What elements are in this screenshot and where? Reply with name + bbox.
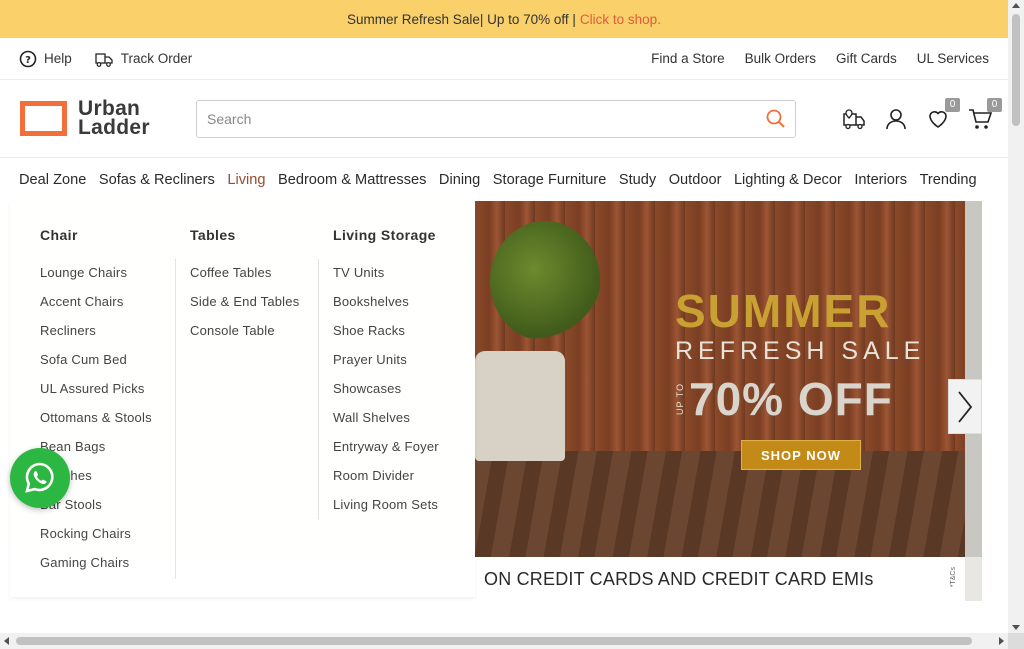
menu-link[interactable]: Prayer Units [333,352,439,381]
logo-line2: Ladder [78,116,150,139]
scroll-up-arrow-icon[interactable] [1012,3,1020,8]
nav-item-deal-zone[interactable]: Deal Zone [19,172,86,188]
nav-item-trending[interactable]: Trending [920,172,977,188]
menu-column-living-storage: Living Storage TV Units Bookshelves Shoe… [333,201,439,526]
menu-link[interactable]: Room Divider [333,468,439,497]
horizontal-scroll-thumb[interactable] [16,637,972,645]
utility-bar: ? Help Track Order Find a Store Bulk Ord… [0,38,1008,80]
menu-link[interactable]: Side & End Tables [190,294,299,323]
cart-button[interactable]: 0 [966,98,1002,134]
sale-title: SUMMER [675,285,892,337]
logo[interactable]: Urban Ladder [20,98,150,139]
chevron-right-icon [958,390,973,423]
nav-item-interiors[interactable]: Interiors [854,172,907,188]
truck-icon [95,52,113,67]
menu-link[interactable]: Lounge Chairs [40,265,152,294]
account-button[interactable] [882,104,910,134]
hero-sofa-image [475,351,565,461]
menu-link[interactable]: Accent Chairs [40,294,152,323]
header-icons: 0 0 [840,98,1002,134]
site-header: Urban Ladder 0 0 [0,80,1008,158]
nav-item-dining[interactable]: Dining [439,172,480,188]
track-order-link[interactable]: Track Order [94,49,193,69]
find-store-link[interactable]: Find a Store [651,51,725,66]
wishlist-button[interactable]: 0 [924,98,960,134]
truck-icon [843,109,865,130]
nav-item-lighting-decor[interactable]: Lighting & Decor [734,172,842,188]
offer-text: ON CREDIT CARDS AND CREDIT CARD EMIs [484,568,874,589]
logo-mark-icon [20,100,67,136]
promo-text: Summer Refresh Sale| Up to 70% off | [347,11,576,27]
hero-plant-image [490,221,600,341]
menu-column-tables: Tables Coffee Tables Side & End Tables C… [190,201,299,352]
svg-text:?: ? [25,55,31,66]
sale-subtitle: REFRESH SALE [675,337,926,365]
bulk-orders-link[interactable]: Bulk Orders [745,51,816,66]
menu-divider [318,259,319,519]
menu-link[interactable]: Showcases [333,381,439,410]
nav-item-study[interactable]: Study [619,172,656,188]
promo-cta-link[interactable]: Click to shop. [580,12,661,27]
sale-text-block: SUMMER REFRESH SALE UP TO 70% OFF SHOP N… [675,287,945,470]
menu-link[interactable]: Bookshelves [333,294,439,323]
whatsapp-icon [25,462,54,493]
scrollbar-corner [1008,633,1024,649]
scroll-right-arrow-icon[interactable] [999,637,1004,645]
sale-upto: UP TO [675,382,685,415]
search-input[interactable] [197,101,757,137]
menu-link[interactable]: Wall Shelves [333,410,439,439]
menu-column-chair: Chair Lounge Chairs Accent Chairs Reclin… [40,201,152,584]
terms-note: *T&Cs [950,567,957,588]
living-mega-menu: Chair Lounge Chairs Accent Chairs Reclin… [10,201,475,597]
help-icon: ? [19,50,37,67]
menu-link[interactable]: UL Assured Picks [40,381,152,410]
user-icon [886,109,906,130]
sale-discount: 70% OFF [689,373,893,425]
track-order-button[interactable] [840,104,868,134]
nav-item-storage-furniture[interactable]: Storage Furniture [493,172,607,188]
nav-item-outdoor[interactable]: Outdoor [669,172,722,188]
shop-now-button[interactable]: SHOP NOW [741,440,861,470]
nav-item-bedroom-mattresses[interactable]: Bedroom & Mattresses [278,172,426,188]
track-order-label: Track Order [120,51,193,66]
main-nav: Deal Zone Sofas & Recliners Living Bedro… [0,158,1008,201]
menu-link[interactable]: Console Table [190,323,299,352]
wishlist-count-badge: 0 [945,98,960,112]
nav-item-sofas-recliners[interactable]: Sofas & Recliners [99,172,215,188]
cart-count-badge: 0 [987,98,1002,112]
promo-bar: Summer Refresh Sale| Up to 70% off | Cli… [0,0,1008,38]
menu-link[interactable]: Rocking Chairs [40,526,152,555]
menu-divider [175,259,176,579]
horizontal-scrollbar[interactable] [0,633,1008,649]
scroll-down-arrow-icon[interactable] [1012,625,1020,630]
menu-heading-tables[interactable]: Tables [190,227,299,243]
search-box [196,100,796,138]
search-button[interactable] [757,101,795,137]
vertical-scroll-thumb[interactable] [1012,14,1020,126]
menu-link[interactable]: Coffee Tables [190,265,299,294]
whatsapp-chat-button[interactable] [10,448,70,508]
menu-link[interactable]: Recliners [40,323,152,352]
help-link[interactable]: ? Help [19,50,72,68]
menu-link[interactable]: Ottomans & Stools [40,410,152,439]
carousel-next-button[interactable] [948,379,982,434]
menu-link[interactable]: Gaming Chairs [40,555,152,584]
menu-heading-living-storage[interactable]: Living Storage [333,227,439,243]
menu-link[interactable]: Sofa Cum Bed [40,352,152,381]
menu-link[interactable]: TV Units [333,265,439,294]
menu-link[interactable]: Living Room Sets [333,497,439,526]
ul-services-link[interactable]: UL Services [917,51,989,66]
search-icon [766,109,785,128]
menu-link[interactable]: Shoe Racks [333,323,439,352]
gift-cards-link[interactable]: Gift Cards [836,51,897,66]
vertical-scrollbar[interactable] [1008,0,1024,649]
menu-link[interactable]: Entryway & Foyer [333,439,439,468]
help-label: Help [44,51,72,66]
menu-heading-chair[interactable]: Chair [40,227,152,243]
nav-item-living[interactable]: Living [227,172,265,188]
scroll-left-arrow-icon[interactable] [4,637,9,645]
